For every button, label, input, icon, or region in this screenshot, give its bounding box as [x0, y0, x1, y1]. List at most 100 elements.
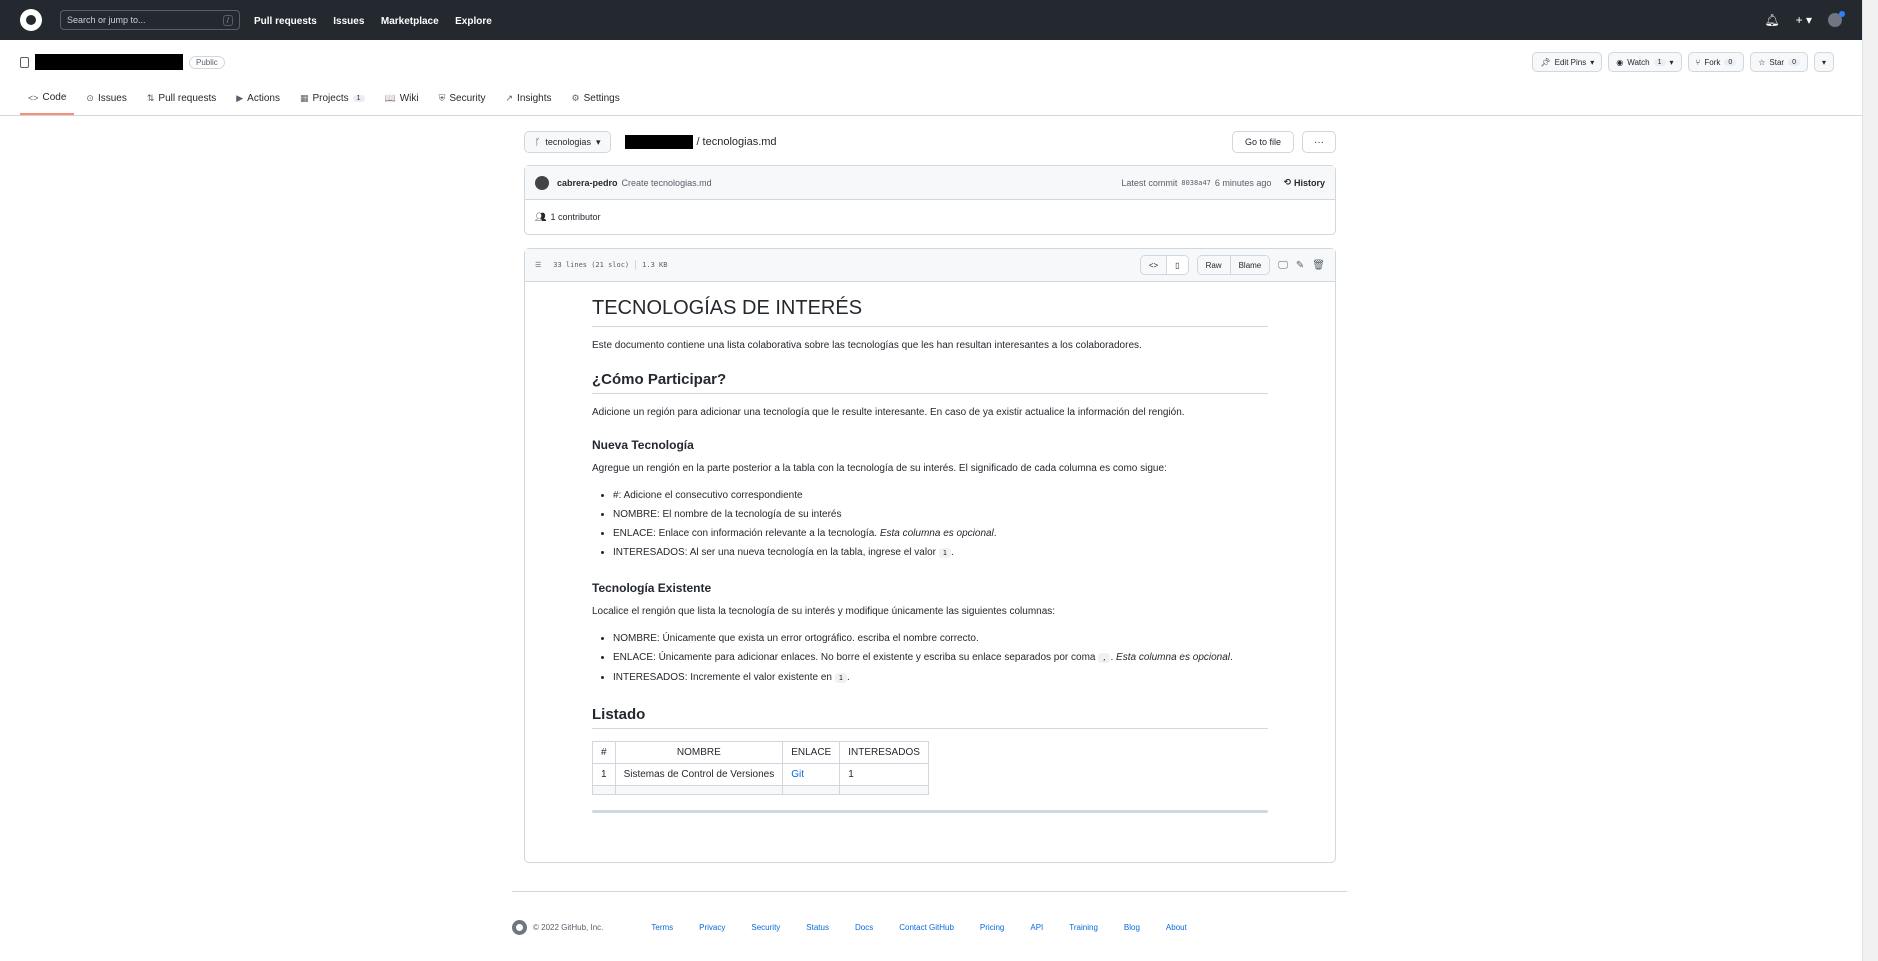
- star-dropdown-button[interactable]: ▾: [1813, 52, 1834, 72]
- preview-button[interactable]: ▯: [1167, 256, 1188, 274]
- nav-issues[interactable]: Issues: [333, 16, 364, 27]
- heading-nueva-tecnologia: Nueva Tecnología: [592, 438, 694, 452]
- list-item: #: Adicione el consecutivo correspondien…: [613, 486, 1268, 505]
- chevron-down-icon: ▾: [595, 136, 601, 147]
- tab-label: Settings: [583, 93, 620, 104]
- code-view-button[interactable]: <>: [1140, 256, 1168, 274]
- footer-link-about[interactable]: About: [1166, 923, 1187, 932]
- divider: [635, 260, 637, 270]
- redacted-breadcrumb-repo: [625, 135, 694, 149]
- item-tail: .: [950, 547, 954, 558]
- footer-link-training[interactable]: Training: [1069, 923, 1098, 932]
- list-item: INTERESADOS: Al ser una nueva tecnología…: [613, 543, 1268, 563]
- item-key: NOMBRE: [613, 633, 657, 644]
- item-key: INTERESADOS: [613, 547, 685, 558]
- item-text: : Únicamente para adicionar enlaces. No …: [653, 652, 1099, 663]
- existente-paragraph: Localice el rengión que lista la tecnolo…: [592, 606, 1056, 617]
- footer-link-docs[interactable]: Docs: [855, 923, 873, 932]
- contributors-row[interactable]: 👥︎ 1 contributor: [525, 200, 1335, 234]
- tab-wiki[interactable]: 📖 Wiki: [377, 86, 427, 115]
- heading-como-participar: ¿Cómo Participar?: [592, 371, 1268, 394]
- github-logo-icon[interactable]: [512, 920, 527, 935]
- table-cell: 1: [592, 763, 616, 786]
- commit-author[interactable]: cabrera-pedro: [557, 178, 618, 188]
- star-label: Star: [1769, 57, 1785, 67]
- item-tail: .: [1230, 652, 1233, 663]
- star-button[interactable]: ☆ Star 0: [1750, 52, 1808, 72]
- avatar[interactable]: [1828, 11, 1845, 27]
- history-icon: ⟲: [1283, 177, 1291, 187]
- tab-actions[interactable]: ▶ Actions: [228, 86, 288, 115]
- footer-link-api[interactable]: API: [1030, 923, 1043, 932]
- item-text: : Al ser una nueva tecnología en la tabl…: [684, 547, 939, 558]
- tab-pull-requests[interactable]: ⇅ Pull requests: [139, 86, 224, 115]
- avatar[interactable]: [535, 175, 549, 190]
- item-text: : Únicamente que exista un error ortográ…: [656, 633, 979, 644]
- inline-code: ,: [1098, 653, 1111, 663]
- watch-button[interactable]: ◉ Watch 1 ▾: [1608, 52, 1682, 72]
- branch-icon: ᚴ: [535, 137, 541, 147]
- item-tail: .: [993, 528, 997, 539]
- raw-button[interactable]: Raw: [1197, 256, 1231, 274]
- search-input[interactable]: Search or jump to... /: [60, 10, 240, 30]
- desktop-icon[interactable]: 🖵︎: [1278, 260, 1288, 271]
- go-to-file-button[interactable]: Go to file: [1231, 131, 1294, 153]
- tab-projects[interactable]: ▦ Projects 1: [292, 86, 373, 115]
- projects-count: 1: [352, 95, 365, 102]
- git-link[interactable]: Git: [791, 769, 804, 780]
- more-options-button[interactable]: ···: [1302, 131, 1336, 153]
- nueva-paragraph: Agregue un rengión en la parte posterior…: [592, 463, 1167, 474]
- footer-link-pricing[interactable]: Pricing: [980, 923, 1004, 932]
- column-header: INTERESADOS: [839, 741, 929, 764]
- file-header-actions: <> ▯ Raw Blame 🖵︎ ✎ 🗑︎: [1139, 255, 1325, 275]
- fork-button[interactable]: ⑂ Fork 0: [1687, 52, 1745, 72]
- trash-icon[interactable]: 🗑︎: [1312, 260, 1325, 271]
- fork-count: 0: [1724, 58, 1737, 66]
- column-header: NOMBRE: [614, 741, 784, 764]
- plus-dropdown-icon[interactable]: + ▾: [1796, 13, 1812, 27]
- footer-divider: [512, 891, 1347, 892]
- inline-code: 1: [938, 548, 951, 558]
- list-icon[interactable]: ☰: [535, 261, 541, 269]
- blame-button[interactable]: Blame: [1230, 256, 1270, 274]
- footer-link-security[interactable]: Security: [751, 923, 780, 932]
- bell-icon[interactable]: 🔔︎: [1764, 13, 1779, 27]
- list-item: ENLACE: Únicamente para adicionar enlace…: [613, 648, 1268, 668]
- file-size: 1.3 KB: [642, 261, 668, 269]
- nav-explore[interactable]: Explore: [455, 16, 492, 27]
- footer-link-privacy[interactable]: Privacy: [699, 923, 725, 932]
- issue-icon: ⊙: [86, 93, 94, 103]
- file-nav-actions: Go to file ···: [1231, 131, 1336, 153]
- nav-pull-requests[interactable]: Pull requests: [254, 16, 317, 27]
- history-link[interactable]: ⟲ History: [1283, 177, 1325, 188]
- tab-settings[interactable]: ⚙ Settings: [564, 86, 628, 115]
- footer-link-status[interactable]: Status: [806, 923, 829, 932]
- footer-link-terms[interactable]: Terms: [651, 923, 673, 932]
- item-text: : Incremente el valor existente en: [684, 672, 835, 683]
- edit-pins-button[interactable]: 📌︎ Edit Pins ▾: [1532, 52, 1603, 72]
- tab-issues[interactable]: ⊙ Issues: [78, 86, 134, 115]
- page-scrollbar[interactable]: [1862, 0, 1878, 961]
- github-logo-icon[interactable]: [20, 9, 42, 31]
- latest-commit-label: Latest commit: [1121, 177, 1178, 188]
- item-key: ENLACE: [613, 652, 654, 663]
- tab-insights[interactable]: ↗ Insights: [498, 86, 560, 115]
- nav-marketplace[interactable]: Marketplace: [381, 16, 439, 27]
- inline-code: 1: [834, 673, 847, 683]
- tab-code[interactable]: <> Code: [20, 86, 75, 115]
- branch-selector[interactable]: ᚴ tecnologias ▾: [524, 131, 612, 153]
- gear-icon: ⚙: [571, 93, 580, 103]
- graph-icon: ↗: [505, 93, 514, 103]
- branch-name: tecnologias: [545, 137, 591, 147]
- footer-link-blog[interactable]: Blog: [1124, 923, 1140, 932]
- raw-blame-group: Raw Blame: [1196, 255, 1271, 275]
- horizontal-scrollbar[interactable]: [592, 810, 1268, 813]
- tab-security[interactable]: ⛨ Security: [431, 86, 494, 115]
- people-icon: 👥︎: [535, 211, 547, 222]
- commit-message[interactable]: Create tecnologias.md: [622, 178, 712, 188]
- footer-link-contact[interactable]: Contact GitHub: [899, 923, 954, 932]
- list-item: NOMBRE: Únicamente que exista un error o…: [613, 629, 1268, 648]
- item-key: INTERESADOS: [613, 672, 685, 683]
- commit-sha[interactable]: 8038a47: [1181, 179, 1211, 187]
- pencil-icon[interactable]: ✎: [1296, 260, 1304, 271]
